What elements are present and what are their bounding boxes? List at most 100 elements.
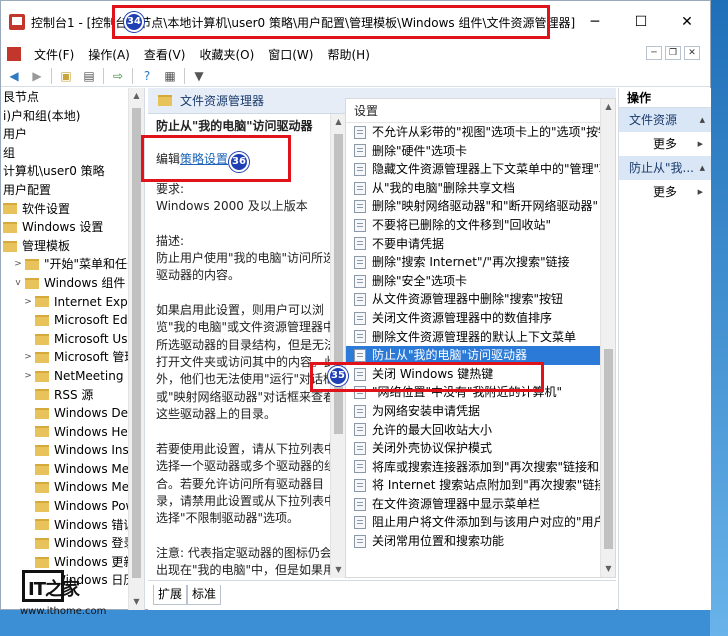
policy-setting-row[interactable]: 允许的最大回收站大小 (346, 421, 615, 440)
policy-setting-row[interactable]: 删除"搜索 Internet"/"再次搜索"链接 (346, 253, 615, 272)
policy-setting-row[interactable]: 关闭常用位置和搜索功能 (346, 532, 615, 551)
menu-favorites[interactable]: 收藏夹(O) (192, 46, 261, 63)
tree-item[interactable]: Windows Med (1, 460, 144, 479)
mdi-restore-button[interactable]: ❐ (665, 46, 681, 60)
tree-item[interactable]: 管理模板 (1, 237, 144, 256)
scroll-up-icon[interactable]: ▲ (129, 88, 144, 104)
policy-setting-icon (354, 255, 366, 269)
tab-standard[interactable]: 标准 (187, 585, 222, 605)
export-icon[interactable]: ⇨ (109, 67, 127, 85)
filter-icon[interactable]: ▼ (190, 67, 208, 85)
tree-item[interactable]: 计算机\user0 策略 (1, 162, 144, 181)
scroll-down-icon[interactable]: ▼ (601, 561, 615, 577)
scroll-thumb[interactable] (334, 134, 343, 434)
policy-setting-row[interactable]: 阻止用户将文件添加到与该用户对应的"用户文件 (346, 513, 615, 532)
tree-item[interactable]: Windows 错误 (1, 516, 144, 535)
policy-setting-row[interactable]: 从文件资源管理器中删除"搜索"按钮 (346, 290, 615, 309)
scroll-thumb[interactable] (604, 349, 613, 549)
policy-setting-row[interactable]: 在文件资源管理器中显示菜单栏 (346, 495, 615, 514)
policy-setting-row[interactable]: 关闭外壳协议保护模式 (346, 439, 615, 458)
policy-setting-row[interactable]: 隐藏文件资源管理器上下文菜单中的"管理"项目 (346, 160, 615, 179)
mdi-close-button[interactable]: ✕ (684, 46, 700, 60)
policy-setting-row[interactable]: 关闭 Windows 键热键 (346, 365, 615, 384)
title-bar[interactable]: 控制台1 - [控制台根节点\本地计算机\user0 策略\用户配置\管理模板\… (1, 1, 710, 43)
tree-item[interactable]: Windows Pow (1, 497, 144, 516)
policy-setting-row[interactable]: 为网络安装申请凭据 (346, 402, 615, 421)
tree-item[interactable]: Windows Mes (1, 478, 144, 497)
tree-item[interactable]: v Windows 组件 (1, 274, 144, 293)
scroll-up-icon[interactable]: ▲ (331, 114, 346, 130)
tab-extended[interactable]: 扩展 (153, 585, 188, 605)
collapse-chevron-icon[interactable]: v (13, 274, 23, 293)
tree-item[interactable]: Windows 登录 (1, 534, 144, 553)
scroll-thumb[interactable] (132, 108, 141, 578)
tree-item[interactable]: Microsoft Use (1, 330, 144, 349)
tree-item[interactable]: Windows Defe (1, 404, 144, 423)
toolbar-separator (132, 67, 133, 84)
tree-item[interactable]: 艮节点 (1, 88, 144, 107)
policy-setting-row[interactable]: 删除"硬件"选项卡 (346, 142, 615, 161)
tree-item[interactable]: > Microsoft 管理 (1, 348, 144, 367)
scroll-up-icon[interactable]: ▲ (601, 99, 615, 115)
policy-setting-icon (354, 237, 366, 251)
menu-window[interactable]: 窗口(W) (261, 46, 320, 63)
description-scrollbar[interactable]: ▲ ▼ (330, 114, 346, 578)
tree-item[interactable]: Microsoft Edg (1, 311, 144, 330)
tree-item[interactable]: Windows Inst (1, 441, 144, 460)
more-actions-folder[interactable]: 更多 (619, 132, 711, 156)
expand-chevron-icon[interactable]: > (13, 255, 23, 274)
tree-item[interactable]: 用户配置 (1, 181, 144, 200)
tree-item[interactable]: Windows Hell (1, 423, 144, 442)
policy-setting-row[interactable]: 防止从"我的电脑"访问驱动器 (346, 346, 615, 365)
expand-chevron-icon[interactable]: > (23, 367, 33, 386)
step-badge-36: 36 (229, 152, 249, 172)
edit-policy-link[interactable]: 策略设置 (180, 152, 228, 166)
actions-section-folder[interactable]: 文件资源 (619, 108, 711, 132)
tree-item[interactable]: i)户和组(本地) (1, 107, 144, 126)
forward-arrow-icon[interactable]: ▶ (28, 67, 46, 85)
policy-setting-row[interactable]: 不允许从彩带的"视图"选项卡上的"选项"按钮中打开 (346, 123, 615, 142)
more-actions-policy[interactable]: 更多 (619, 180, 711, 204)
policy-setting-row[interactable]: 将库或搜索连接器添加到"再次搜索"链接和"开始" (346, 458, 615, 477)
tree-item[interactable]: 用户 (1, 125, 144, 144)
folder-icon (35, 463, 49, 475)
menu-view[interactable]: 查看(V) (137, 46, 193, 63)
policy-setting-row[interactable]: 关闭文件资源管理器中的数值排序 (346, 309, 615, 328)
properties-icon[interactable]: ▦ (161, 67, 179, 85)
tree-item[interactable]: Windows 设置 (1, 218, 144, 237)
menu-file[interactable]: 文件(F) (27, 46, 81, 63)
mdi-minimize-button[interactable]: ─ (646, 46, 662, 60)
tree-item[interactable]: RSS 源 (1, 386, 144, 405)
console-menu-icon[interactable] (7, 47, 21, 61)
scroll-down-icon[interactable]: ▼ (129, 594, 144, 610)
policy-setting-row[interactable]: 从"我的电脑"删除共享文档 (346, 179, 615, 198)
actions-section-policy[interactable]: 防止从"我... (619, 156, 711, 180)
help-icon[interactable]: ? (138, 67, 156, 85)
policy-setting-row[interactable]: 不要将已删除的文件移到"回收站" (346, 216, 615, 235)
expand-chevron-icon[interactable]: > (23, 293, 33, 312)
menu-help[interactable]: 帮助(H) (320, 46, 376, 63)
close-button[interactable]: ✕ (664, 1, 710, 43)
tree-item[interactable]: 软件设置 (1, 200, 144, 219)
policy-setting-row[interactable]: 删除"安全"选项卡 (346, 272, 615, 291)
tree-item[interactable]: 组 (1, 144, 144, 163)
tree-item[interactable]: > Internet Explo (1, 293, 144, 312)
minimize-button[interactable]: ─ (572, 1, 618, 43)
settings-column-header[interactable]: 设置 (346, 99, 615, 123)
tree-scrollbar[interactable]: ▲ ▼ (128, 88, 144, 610)
back-arrow-icon[interactable]: ◀ (5, 67, 23, 85)
show-tree-icon[interactable]: ▤ (80, 67, 98, 85)
tree-item[interactable]: > NetMeeting (1, 367, 144, 386)
policy-setting-row[interactable]: "网络位置"中没有"我附近的计算机" (346, 383, 615, 402)
maximize-button[interactable]: ☐ (618, 1, 664, 43)
policy-setting-row[interactable]: 不要申请凭据 (346, 235, 615, 254)
policy-setting-row[interactable]: 将 Internet 搜索站点附加到"再次搜索"链接和"开始" (346, 476, 615, 495)
expand-chevron-icon[interactable]: > (23, 348, 33, 367)
menu-action[interactable]: 操作(A) (81, 46, 137, 63)
settings-scrollbar[interactable]: ▲ ▼ (600, 99, 615, 577)
folder-up-icon[interactable]: ▣ (57, 67, 75, 85)
policy-setting-row[interactable]: 删除"映射网络驱动器"和"断开网络驱动器" (346, 197, 615, 216)
scroll-down-icon[interactable]: ▼ (331, 562, 346, 578)
tree-item[interactable]: > "开始"菜单和任务 (1, 255, 144, 274)
policy-setting-row[interactable]: 删除文件资源管理器的默认上下文菜单 (346, 328, 615, 347)
